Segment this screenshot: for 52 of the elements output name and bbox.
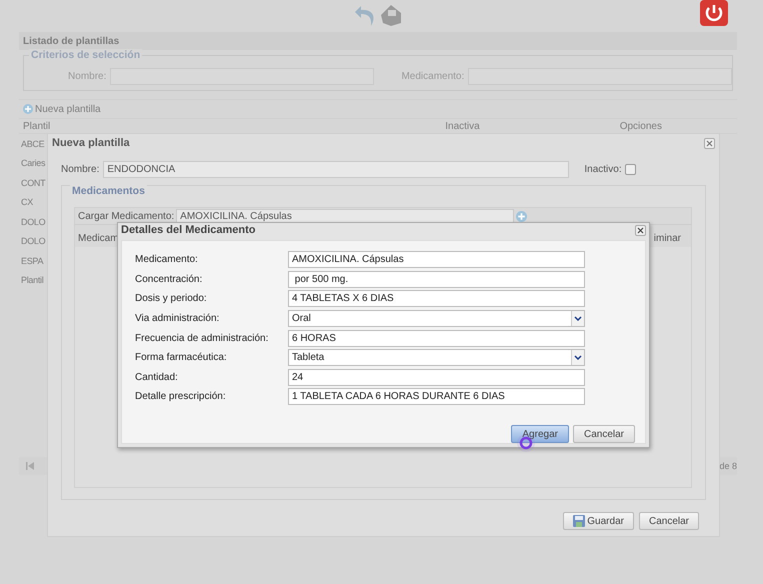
table-cell: Caries xyxy=(21,158,46,168)
medication-field[interactable]: AMOXICILINA. Cápsulas xyxy=(176,208,514,224)
cancel-button[interactable]: Cancelar xyxy=(572,425,635,443)
name-field[interactable]: ENDODONCIA xyxy=(103,161,570,178)
field-label: Cantidad: xyxy=(135,372,179,383)
field-label: Cargar Medicamento: xyxy=(78,210,174,222)
window-title: Nueva plantilla xyxy=(52,137,130,149)
table-cell: ABCE xyxy=(21,138,44,149)
select-field[interactable]: Oral xyxy=(288,310,585,328)
close-button[interactable] xyxy=(635,224,646,236)
fieldset-legend: Medicamentos xyxy=(70,185,147,197)
save-button[interactable]: Guardar xyxy=(563,512,634,530)
input-field[interactable]: 1 TABLETA CADA 6 HORAS DURANTE 6 DIAS xyxy=(288,388,585,406)
field-label: Nombre: xyxy=(61,164,100,175)
fieldset-legend: Criterios de selección xyxy=(29,49,142,61)
table-cell: CONT xyxy=(21,178,46,188)
input-field[interactable]: 6 HORAS xyxy=(288,330,585,347)
house-icon[interactable] xyxy=(379,3,403,27)
field-label: Detalle prescripción: xyxy=(135,391,227,402)
table-cell: DOLO xyxy=(21,236,46,246)
cancel-button[interactable]: Cancelar xyxy=(638,512,699,530)
column-header[interactable]: iminar xyxy=(654,232,681,244)
add-icon[interactable] xyxy=(516,210,528,222)
table-cell: DOLO xyxy=(21,216,46,227)
field-label: Dosis y periodo: xyxy=(135,293,208,304)
input-field[interactable]: 24 xyxy=(288,368,585,386)
section-title: Listado de plantillas xyxy=(23,36,120,46)
table-cell: ESPA xyxy=(21,256,44,266)
field-label: Forma farmacéutica: xyxy=(135,352,228,364)
power-icon[interactable] xyxy=(700,0,728,26)
input-field[interactable]: AMOXICILINA. Cápsulas xyxy=(288,251,585,268)
field-label: Nombre: xyxy=(67,70,108,82)
field-label: Medicamento: xyxy=(135,254,199,266)
table-cell: CX xyxy=(21,197,33,208)
field-label: Medicamento: xyxy=(400,70,466,82)
input-field[interactable]: por 500 mg. xyxy=(288,270,585,288)
field-label: Via administración: xyxy=(135,313,220,324)
add-icon[interactable] xyxy=(23,104,33,114)
table-cell: Plantil xyxy=(21,275,44,286)
dropdown-icon[interactable] xyxy=(571,311,584,326)
floppy-icon xyxy=(573,515,586,527)
select-field[interactable]: Tableta xyxy=(288,349,585,366)
dropdown-icon[interactable] xyxy=(571,350,584,366)
page-count: de 8 xyxy=(719,461,737,471)
field-label: Frecuencia de administración: xyxy=(135,332,270,344)
first-page-icon[interactable] xyxy=(25,461,35,471)
add-button[interactable]: Agregar xyxy=(511,425,569,443)
close-button[interactable] xyxy=(704,138,715,148)
field-label: Concentración: xyxy=(135,274,204,285)
field-label: Inactivo: xyxy=(584,164,622,175)
input-field[interactable]: 4 TABLETAS X 6 DIAS xyxy=(288,290,585,308)
dialog-title: Detalles del Medicamento xyxy=(121,224,256,236)
